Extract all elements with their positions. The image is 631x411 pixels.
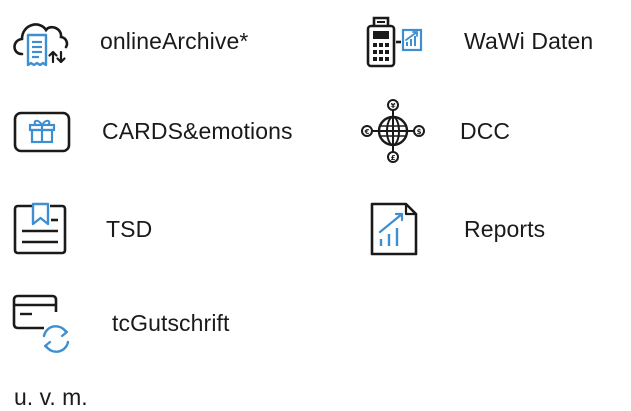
feature-tc-gutschrift[interactable]: tcGutschrift <box>10 292 230 354</box>
feature-cards-emotions[interactable]: CARDS&emotions <box>10 100 293 162</box>
pos-terminal-chart-icon <box>362 10 424 72</box>
feature-label-online-archive: onlineArchive* <box>100 27 249 54</box>
currency-euro: € <box>364 128 370 136</box>
feature-online-archive[interactable]: onlineArchive* <box>10 10 248 72</box>
bookmark-document-icon <box>10 198 72 260</box>
feature-label-tsd: TSD <box>106 215 153 242</box>
feature-label-cards-emotions: CARDS&emotions <box>102 117 293 144</box>
gift-card-icon <box>10 100 72 162</box>
feature-label-reports: Reports <box>464 215 546 242</box>
feature-label-dcc: DCC <box>460 117 511 144</box>
globe-currency-icon: ¥ € $ £ <box>361 99 425 163</box>
feature-label-wawi-daten: WaWi Daten <box>464 27 594 54</box>
card-refresh-icon <box>10 292 72 354</box>
feature-label-tc-gutschrift: tcGutschrift <box>112 309 230 336</box>
feature-wawi-daten[interactable]: WaWi Daten <box>362 10 593 72</box>
currency-dollar: $ <box>417 128 422 136</box>
more-text: u. v. m. <box>14 384 88 410</box>
feature-reports[interactable]: Reports <box>362 198 545 260</box>
feature-dcc[interactable]: ¥ € $ £ DCC <box>361 99 511 163</box>
report-chart-icon <box>362 198 424 260</box>
feature-tsd[interactable]: TSD <box>10 198 152 260</box>
cloud-receipt-icon <box>10 10 72 72</box>
currency-pound: £ <box>391 154 396 162</box>
currency-yen: ¥ <box>391 102 396 110</box>
